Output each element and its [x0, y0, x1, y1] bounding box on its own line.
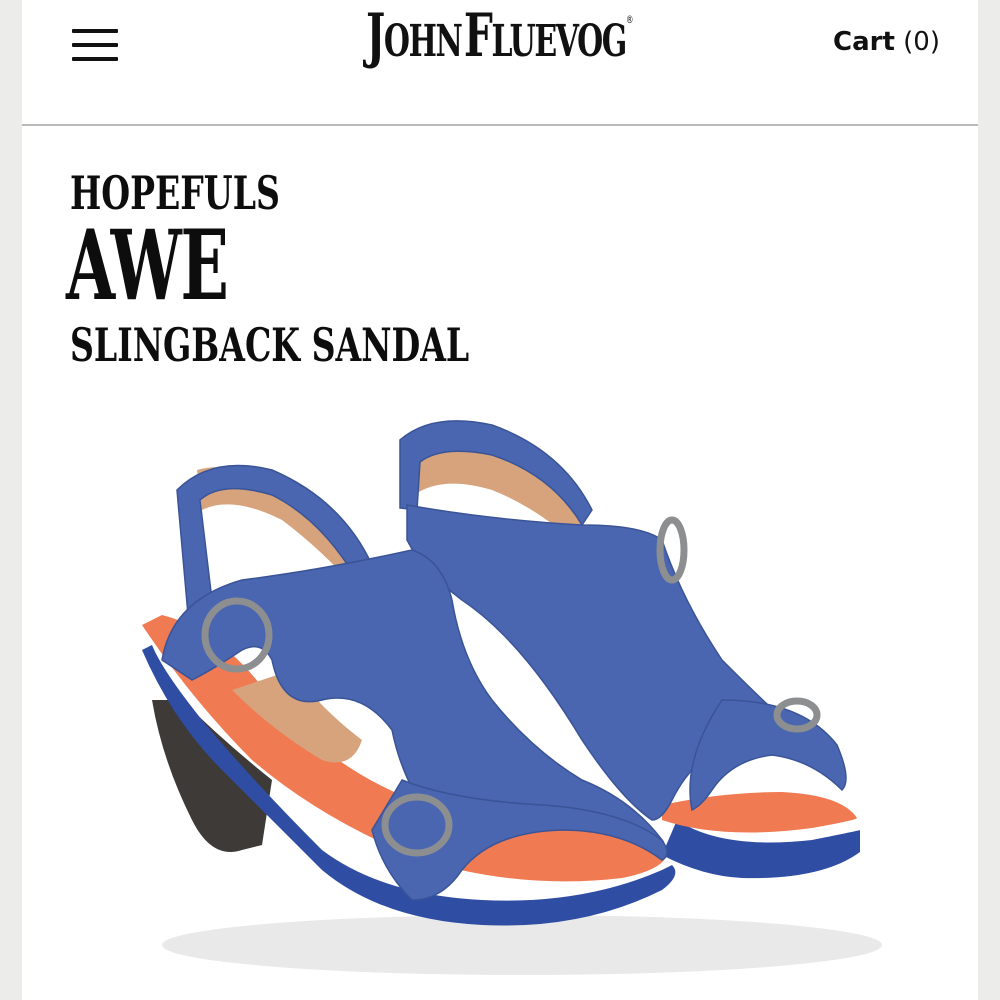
product-page: JOHN FLUEVOG® Cart (0) HOPEFULS AWE SLIN… — [22, 0, 978, 1000]
registered-mark: ® — [626, 13, 634, 26]
logo-text: LUEVOG — [491, 16, 628, 67]
logo-text: OHN — [384, 16, 463, 67]
cart-link[interactable]: Cart (0) — [833, 27, 940, 57]
product-subtitle: SLINGBACK SANDAL — [70, 318, 470, 372]
cart-count: (0) — [903, 27, 940, 57]
site-header: JOHN FLUEVOG® Cart (0) — [22, 0, 978, 126]
product-name: AWE — [66, 209, 229, 322]
product-image[interactable] — [22, 400, 978, 1000]
cart-label: Cart — [833, 27, 895, 57]
logo-letter: F — [464, 1, 493, 71]
logo-letter: J — [366, 1, 385, 71]
